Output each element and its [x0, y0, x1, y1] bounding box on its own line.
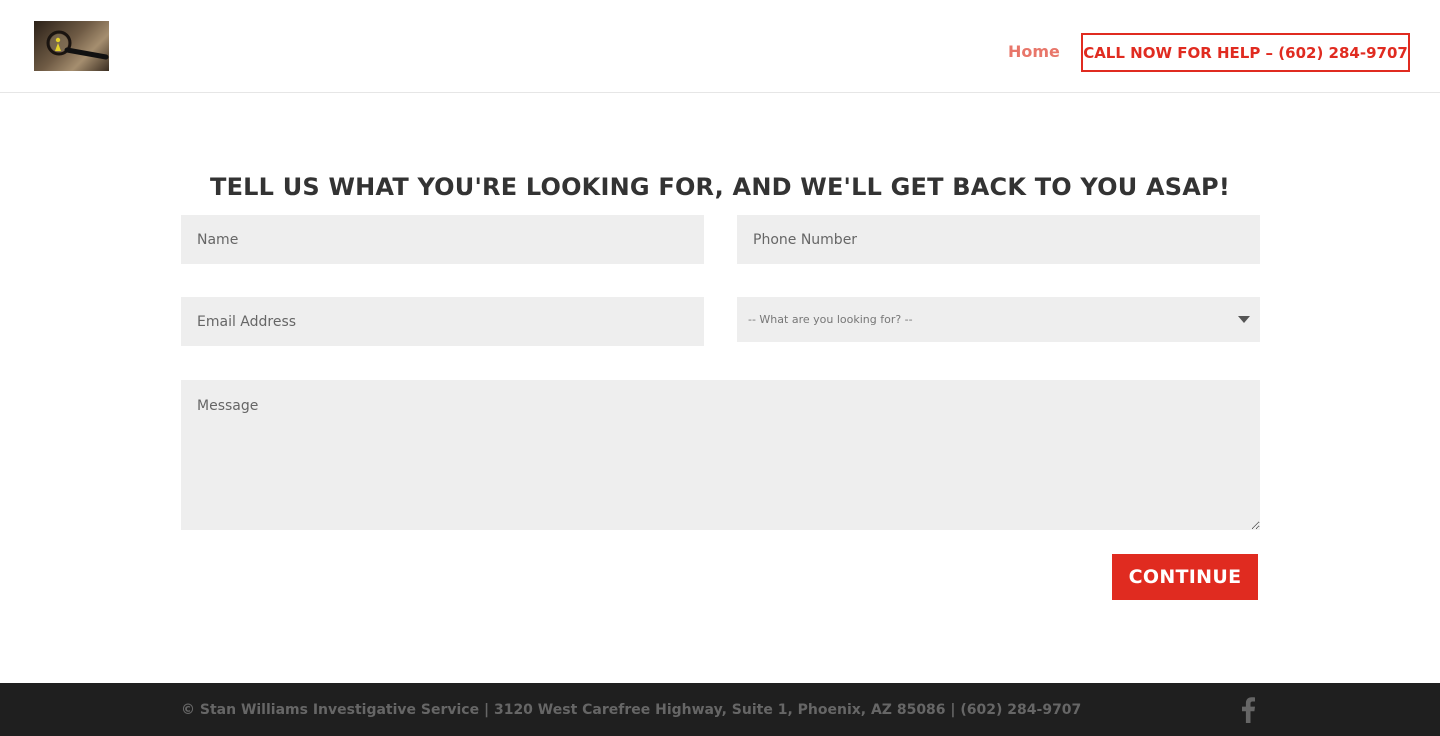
magnifying-glass-icon: [46, 30, 109, 60]
message-textarea[interactable]: [181, 380, 1260, 530]
email-address-input[interactable]: [181, 297, 704, 346]
nav-home-link[interactable]: Home: [1008, 42, 1060, 62]
select-selected-value: -- What are you looking for? --: [748, 313, 913, 326]
call-now-button[interactable]: CALL NOW FOR HELP – (602) 284-9707: [1081, 33, 1410, 72]
site-logo[interactable]: [34, 21, 109, 71]
facebook-icon[interactable]: [1240, 697, 1256, 723]
continue-button[interactable]: CONTINUE: [1112, 554, 1258, 600]
looking-for-select[interactable]: -- What are you looking for? --: [737, 297, 1260, 342]
site-header: Home CALL NOW FOR HELP – (602) 284-9707: [0, 0, 1440, 93]
chevron-down-icon: [1238, 316, 1250, 323]
name-input[interactable]: [181, 215, 704, 264]
site-footer: © Stan Williams Investigative Service | …: [0, 683, 1440, 736]
footer-copyright: © Stan Williams Investigative Service | …: [181, 702, 1082, 718]
phone-number-input[interactable]: [737, 215, 1260, 264]
form-heading: TELL US WHAT YOU'RE LOOKING FOR, AND WE'…: [210, 173, 1230, 201]
